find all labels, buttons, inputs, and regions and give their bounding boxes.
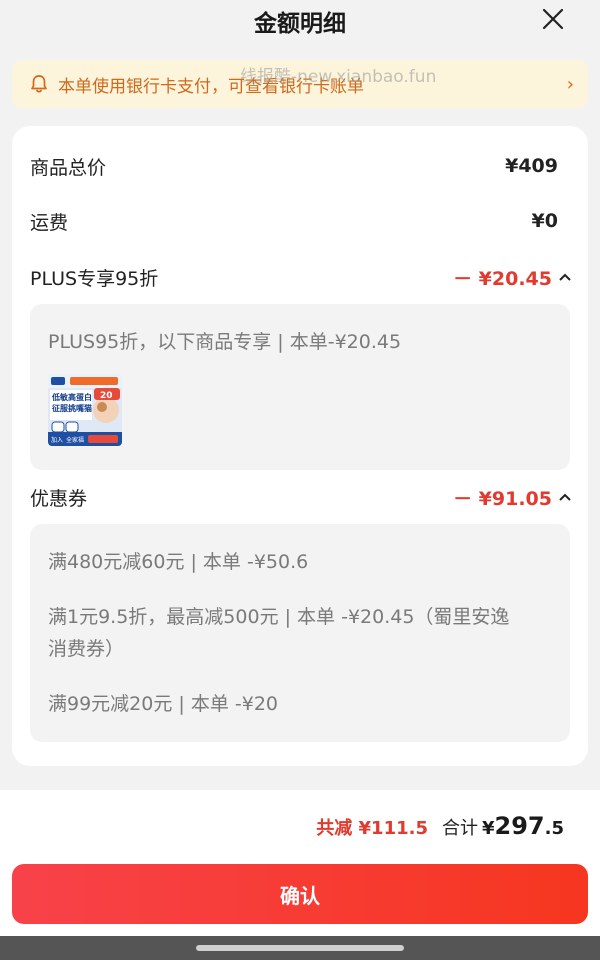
coupon-label: 优惠券 bbox=[30, 487, 88, 510]
totals: 共减 ¥111.5 合计 ¥ 297 .5 bbox=[316, 812, 564, 840]
product-image: 低敏高蛋白 征服挑嘴猫 20 加入 全家福 bbox=[48, 374, 122, 446]
plus-discount-detail: PLUS95折，以下商品专享 | 本单-¥20.45 低敏高蛋白 征服挑嘴猫 2… bbox=[30, 304, 570, 470]
confirm-button[interactable]: 确认 bbox=[12, 864, 588, 924]
total-saved: 共减 ¥111.5 bbox=[316, 818, 428, 839]
footer-bar: 共减 ¥111.5 合计 ¥ 297 .5 确认 bbox=[0, 790, 600, 936]
bell-icon bbox=[31, 75, 47, 93]
coupon-value: － ¥91.05 bbox=[453, 487, 552, 510]
plus-discount-value: － ¥20.45 bbox=[453, 267, 552, 290]
coupon-item: 满99元减20元 | 本单 -¥20 bbox=[48, 693, 278, 715]
plus-discount-label: PLUS专享95折 bbox=[30, 267, 159, 290]
total-amount-integer: 297 bbox=[494, 812, 545, 840]
chevron-up-icon bbox=[559, 493, 571, 501]
bank-card-notice[interactable]: 本单使用银行卡支付，可查看银行卡账单 › bbox=[12, 60, 588, 108]
goods-total-value: ¥409 bbox=[505, 155, 558, 177]
home-indicator[interactable] bbox=[196, 945, 404, 951]
coupon-item: 满480元减60元 | 本单 -¥50.6 bbox=[48, 551, 309, 573]
page-title: 金额明细 bbox=[254, 11, 346, 37]
svg-text:低敏高蛋白: 低敏高蛋白 bbox=[51, 392, 92, 402]
header: 金额明细 bbox=[0, 0, 600, 50]
total-amount-decimal: .5 bbox=[544, 818, 564, 839]
goods-total-label: 商品总价 bbox=[30, 156, 107, 179]
shipping-row: 运费 ¥0 bbox=[30, 206, 558, 236]
total-label: 合计 bbox=[441, 818, 478, 839]
svg-text:征服挑嘴猫: 征服挑嘴猫 bbox=[52, 403, 92, 413]
plus-detail-text: PLUS95折，以下商品专享 | 本单-¥20.45 bbox=[48, 331, 402, 353]
svg-text:加入: 加入 bbox=[51, 436, 63, 444]
chevron-right-icon: › bbox=[566, 73, 574, 95]
coupon-item: 满1元9.5折，最高减500元 | 本单 -¥20.45（蜀里安逸 bbox=[48, 606, 510, 628]
goods-total-row: 商品总价 ¥409 bbox=[30, 151, 558, 181]
svg-text:20: 20 bbox=[100, 391, 113, 401]
notice-text: 本单使用银行卡支付，可查看银行卡账单 bbox=[58, 76, 364, 97]
close-button[interactable] bbox=[536, 2, 570, 36]
chevron-up-icon bbox=[559, 273, 571, 281]
shipping-value: ¥0 bbox=[531, 210, 558, 232]
coupon-row[interactable]: 优惠券 － ¥91.05 bbox=[30, 482, 572, 512]
svg-text:全家福: 全家福 bbox=[66, 436, 84, 444]
close-icon bbox=[542, 8, 564, 30]
plus-discount-row[interactable]: PLUS专享95折 － ¥20.45 bbox=[30, 262, 572, 292]
system-nav-bar bbox=[0, 936, 600, 960]
coupon-item: 消费券） bbox=[48, 638, 125, 660]
coupon-detail: 满480元减60元 | 本单 -¥50.6 满1元9.5折，最高减500元 | … bbox=[30, 524, 570, 742]
amount-detail-card: 商品总价 ¥409 运费 ¥0 PLUS专享95折 － ¥20.45 PLUS9… bbox=[12, 126, 588, 766]
total-currency: ¥ bbox=[481, 818, 495, 839]
product-thumbnail[interactable]: 低敏高蛋白 征服挑嘴猫 20 加入 全家福 bbox=[48, 374, 122, 446]
shipping-label: 运费 bbox=[30, 211, 69, 234]
